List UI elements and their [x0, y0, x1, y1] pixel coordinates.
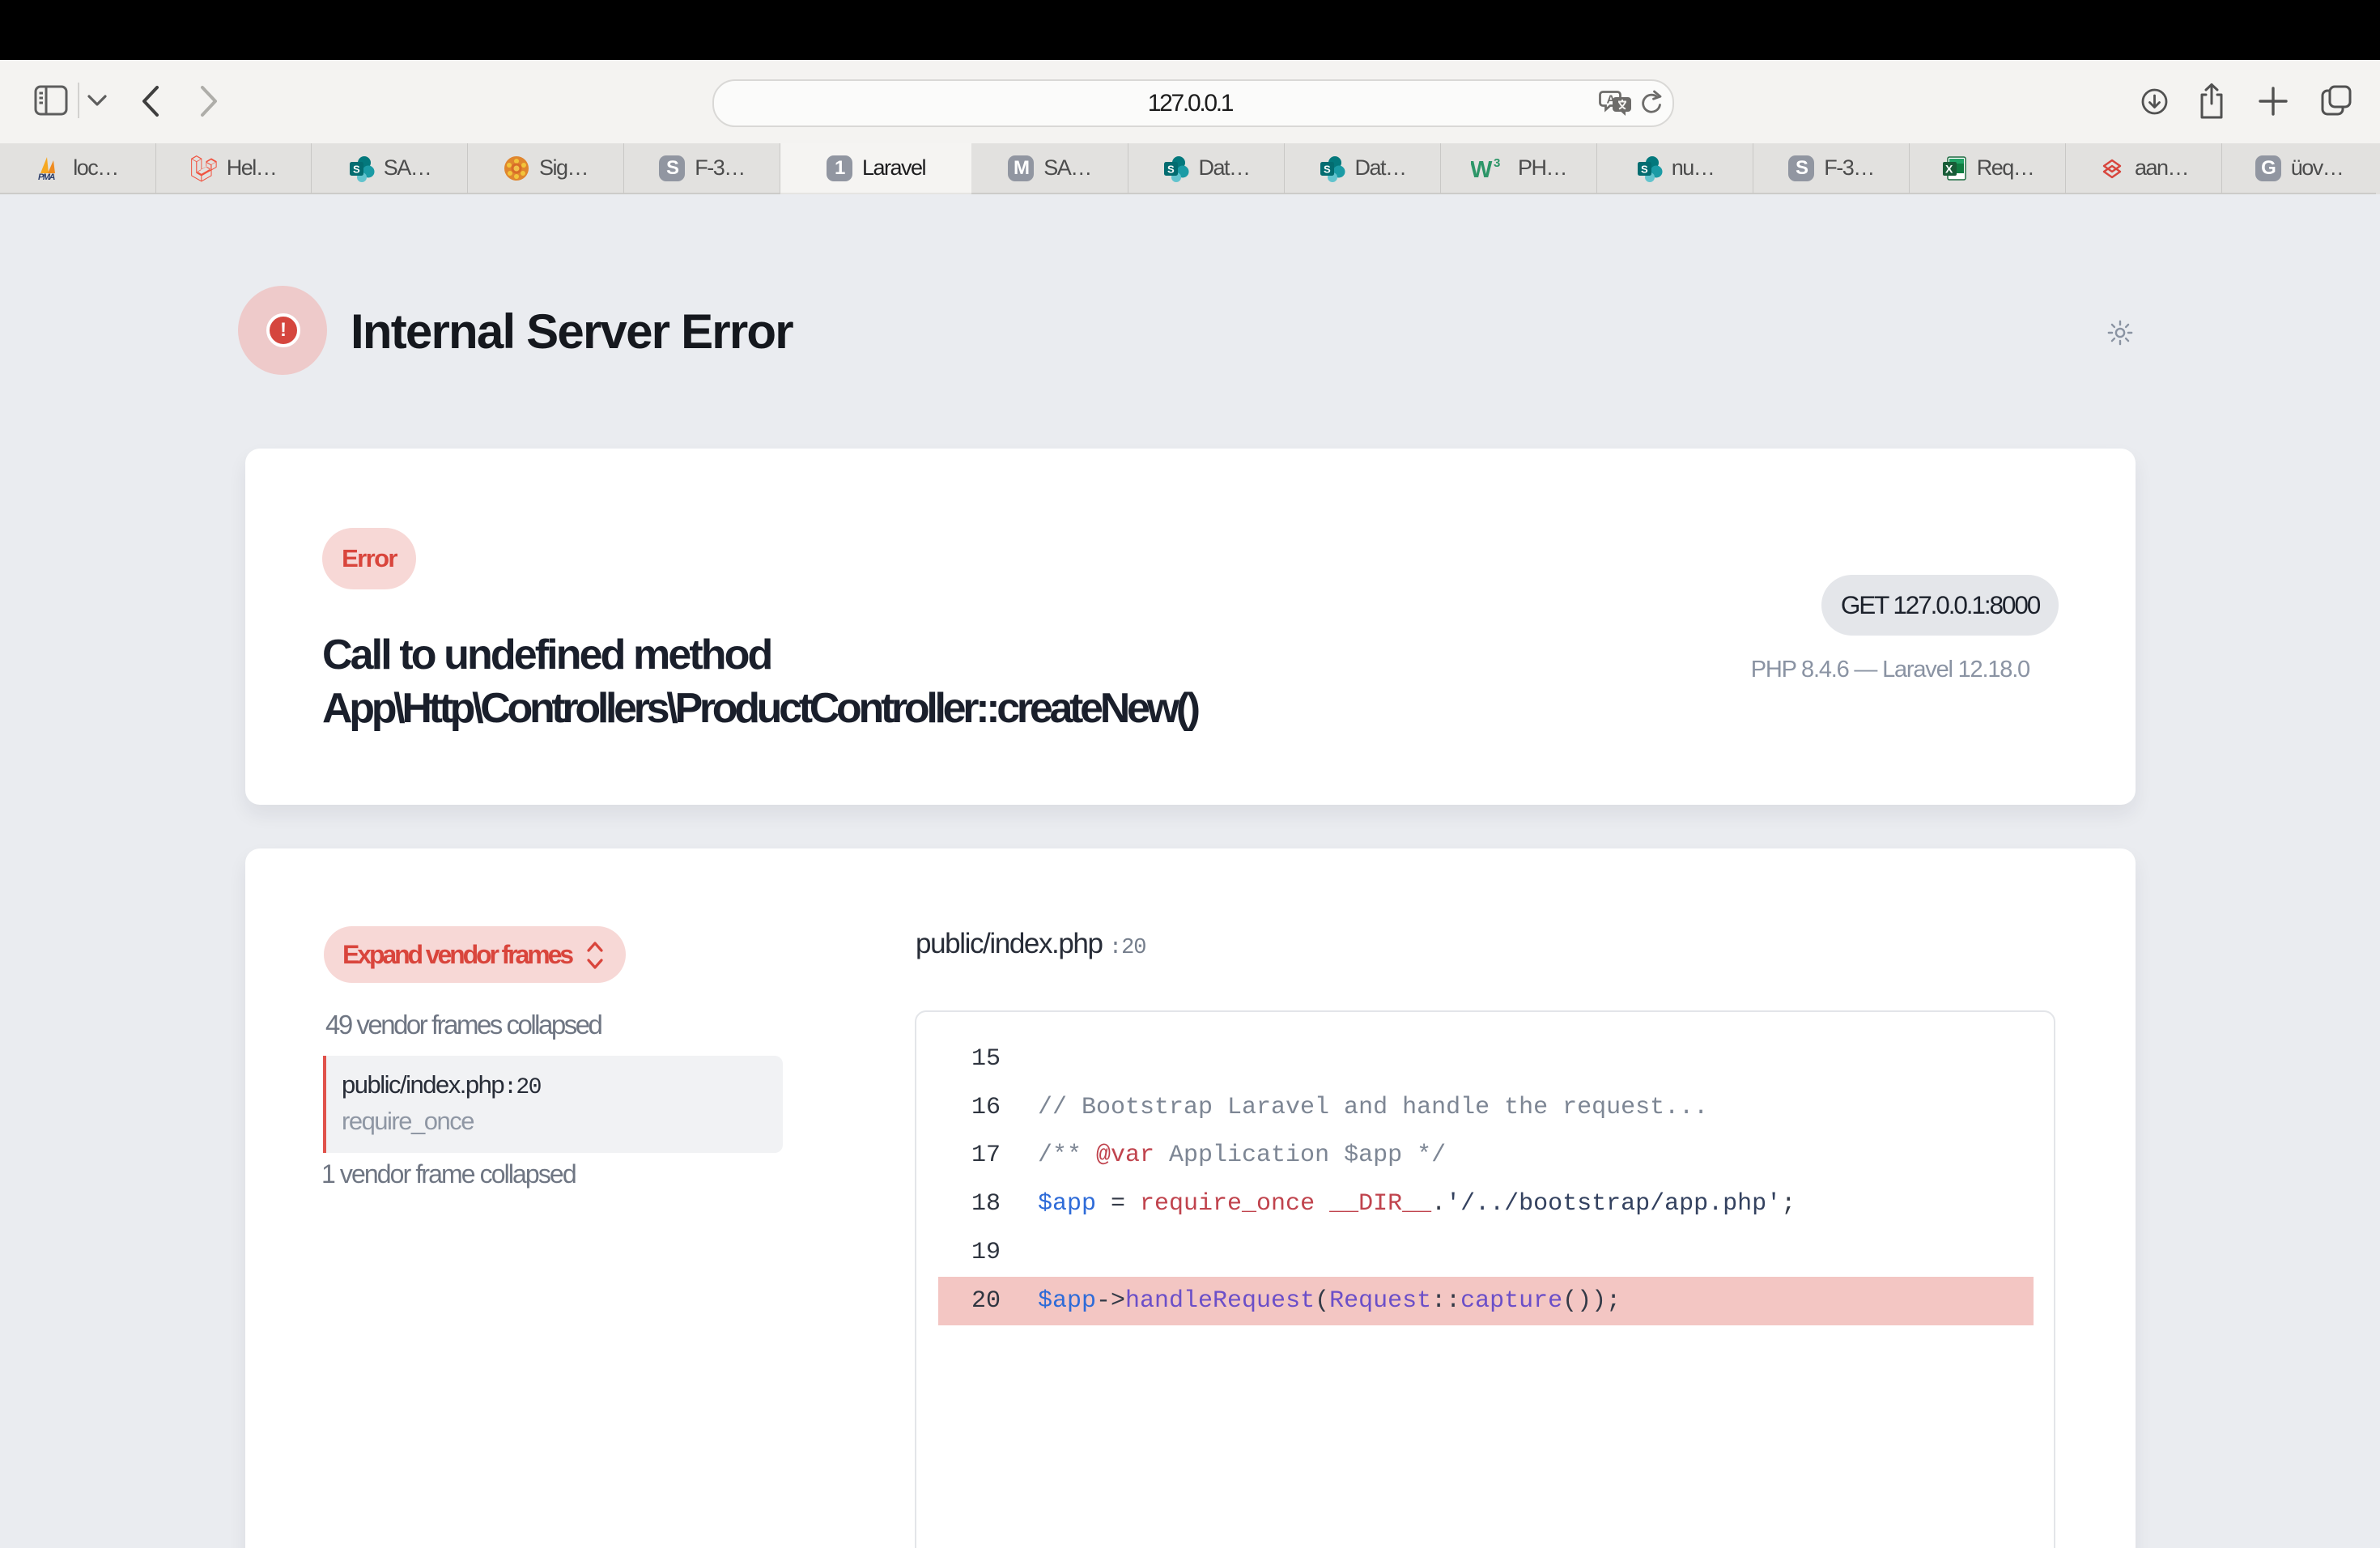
- svg-text:3: 3: [1494, 156, 1500, 170]
- svg-text:W: W: [1471, 157, 1493, 181]
- svg-text:PMA: PMA: [38, 172, 56, 181]
